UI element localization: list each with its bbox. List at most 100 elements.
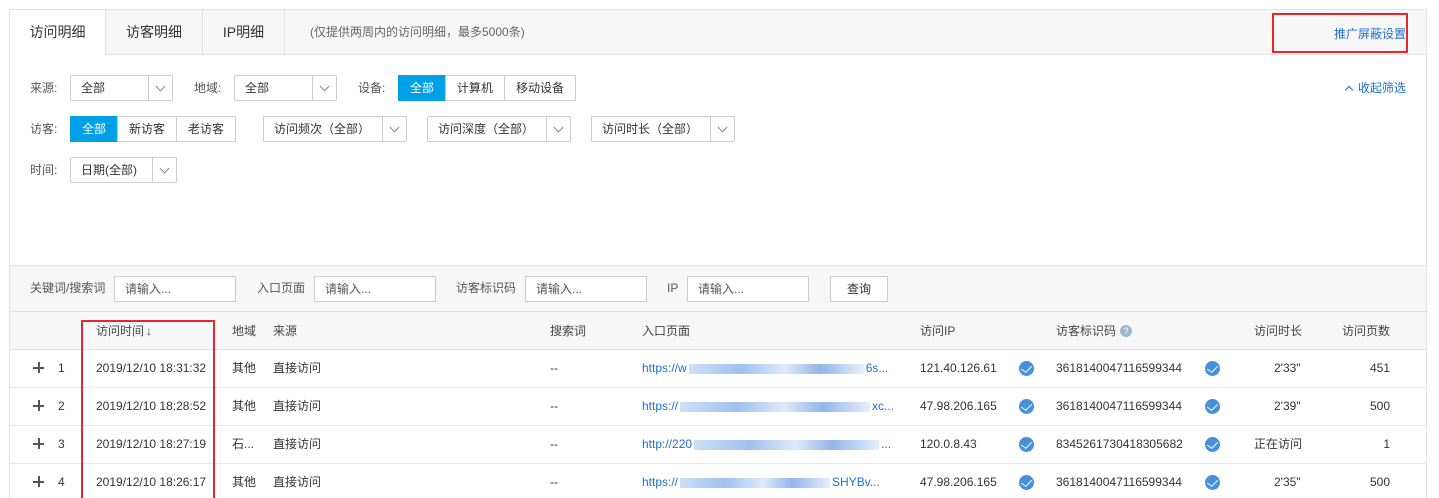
page-count: 451 (1370, 361, 1390, 375)
column-header-time-label: 访问时间 (96, 324, 145, 338)
row-index: 4 (58, 475, 65, 489)
source: 直接访问 (273, 399, 322, 413)
ip-trend-icon[interactable] (1019, 475, 1034, 490)
entry-page-suffix: xc... (872, 399, 895, 413)
tab-visitor-detail[interactable]: 访客明细 (106, 10, 203, 55)
entry-page-input[interactable] (314, 276, 436, 302)
entry-page-link[interactable]: http://220... (642, 426, 904, 463)
visitor-option-returning[interactable]: 老访客 (176, 116, 237, 142)
entry-page-prefix: https:// (642, 475, 679, 489)
promo-highlight-box (1272, 13, 1408, 53)
date-select[interactable]: 日期(全部) (70, 157, 177, 183)
search-term: -- (550, 399, 558, 413)
table-row: 2 2019/12/10 18:28:52 其他 直接访问 -- https:/… (10, 388, 1426, 426)
device-option-all[interactable]: 全部 (398, 75, 447, 101)
tab-bar: 访问明细 访客明细 IP明细 (仅提供两周内的访问明细，最多5000条) 推广屏… (10, 10, 1426, 56)
visit-frequency-select[interactable]: 访问频次（全部） (263, 116, 407, 142)
source: 直接访问 (273, 437, 322, 451)
visit-ip: 120.0.8.43 (920, 437, 977, 451)
keyword-label: 关键词/搜索词 (30, 281, 106, 295)
region-select-value: 全部 (245, 81, 270, 95)
source-select[interactable]: 全部 (70, 75, 173, 101)
visit-time: 2019/12/10 18:26:17 (96, 475, 207, 489)
chevron-down-icon (148, 76, 172, 100)
entry-page-label: 入口页面 (257, 281, 306, 295)
expand-row-icon[interactable] (33, 438, 45, 450)
visit-duration: 正在访问 (1254, 437, 1303, 451)
date-select-value: 日期(全部) (81, 163, 137, 177)
visit-detail-panel: 访问明细 访客明细 IP明细 (仅提供两周内的访问明细，最多5000条) 推广屏… (9, 9, 1427, 498)
expand-row-icon[interactable] (33, 476, 45, 488)
visitor-label: 访客: (30, 122, 58, 136)
query-button[interactable]: 查询 (830, 276, 888, 302)
keyword-input[interactable] (114, 276, 236, 302)
row-index: 2 (58, 399, 65, 413)
column-header-entry-page: 入口页面 (642, 324, 691, 338)
column-header-duration: 访问时长 (1254, 324, 1303, 338)
tab-hint: (仅提供两周内的访问明细，最多5000条) (310, 25, 525, 39)
visit-duration-select[interactable]: 访问时长（全部） (591, 116, 735, 142)
help-icon[interactable]: ? (1120, 325, 1133, 337)
chevron-up-icon (1344, 85, 1354, 95)
region: 其他 (232, 361, 257, 375)
redacted-url-blur (688, 363, 864, 374)
ip-trend-icon[interactable] (1019, 437, 1034, 452)
source-label: 来源: (30, 81, 58, 95)
source-select-value: 全部 (81, 81, 106, 95)
visit-duration: 2'35" (1274, 475, 1301, 489)
device-option-computer[interactable]: 计算机 (445, 75, 506, 101)
column-header-ip: 访问IP (920, 324, 956, 338)
entry-page-link[interactable]: https://w 6s... (642, 350, 904, 387)
row-index: 3 (58, 437, 65, 451)
visit-depth-select[interactable]: 访问深度（全部） (427, 116, 571, 142)
column-header-search-term: 搜索词 (550, 324, 587, 338)
table-row: 1 2019/12/10 18:31:32 其他 直接访问 -- https:/… (10, 350, 1426, 388)
entry-page-suffix: 6s... (865, 361, 889, 375)
visitor-option-all[interactable]: 全部 (70, 116, 119, 142)
entry-page-prefix: https:// (642, 399, 679, 413)
source: 直接访问 (273, 361, 322, 375)
column-header-source: 来源 (273, 324, 298, 338)
visitor-trend-icon[interactable] (1205, 475, 1220, 490)
device-option-mobile[interactable]: 移动设备 (504, 75, 577, 101)
visit-ip: 47.98.206.165 (920, 475, 997, 489)
entry-page-prefix: https://w (642, 361, 687, 375)
ip-input[interactable] (687, 276, 809, 302)
sort-desc-icon: ↓ (146, 324, 153, 338)
visit-duration: 2'33" (1274, 361, 1301, 375)
visit-time: 2019/12/10 18:31:32 (96, 361, 207, 375)
visitor-trend-icon[interactable] (1205, 399, 1220, 414)
table-row: 3 2019/12/10 18:27:19 石... 直接访问 -- http:… (10, 426, 1426, 464)
page-count: 500 (1370, 399, 1390, 413)
visit-frequency-value: 访问频次（全部） (274, 122, 371, 136)
visit-duration-value: 访问时长（全部） (602, 122, 699, 136)
entry-page-suffix: SHYBv... (832, 475, 880, 489)
entry-page-link[interactable]: https:// xc... (642, 388, 904, 425)
column-header-visitor-id-label: 访客标识码 (1056, 324, 1117, 338)
tab-ip-detail[interactable]: IP明细 (203, 10, 285, 55)
visit-time: 2019/12/10 18:28:52 (96, 399, 207, 413)
search-bar: 关键词/搜索词 入口页面 访客标识码 IP 查询 (10, 265, 1426, 312)
expand-row-icon[interactable] (33, 362, 45, 374)
ip-trend-icon[interactable] (1019, 399, 1034, 414)
visitor-id: 8345261730418305682 (1056, 437, 1183, 451)
chevron-down-icon (382, 117, 406, 141)
visitor-trend-icon[interactable] (1205, 437, 1220, 452)
visitor-option-new[interactable]: 新访客 (117, 116, 178, 142)
visitor-trend-icon[interactable] (1205, 361, 1220, 376)
entry-page-prefix: http://220 (642, 437, 693, 451)
collapse-filters-button[interactable]: 收起筛选 (1344, 78, 1406, 98)
column-header-visitor-id: 访客标识码? (1056, 312, 1133, 350)
ip-trend-icon[interactable] (1019, 361, 1034, 376)
entry-page-link[interactable]: https:// SHYBv... (642, 464, 904, 498)
visit-ip: 47.98.206.165 (920, 399, 997, 413)
region-select[interactable]: 全部 (234, 75, 337, 101)
expand-row-icon[interactable] (33, 400, 45, 412)
visitor-id-label: 访客标识码 (456, 281, 517, 295)
visitor-id-input[interactable] (525, 276, 647, 302)
tab-visit-detail[interactable]: 访问明细 (10, 10, 106, 56)
collapse-filters-label: 收起筛选 (1357, 81, 1406, 95)
column-header-time[interactable]: 访问时间 ↓ (96, 312, 152, 350)
chevron-down-icon (546, 117, 570, 141)
device-segmented-control: 全部 计算机 移动设备 (398, 75, 577, 101)
